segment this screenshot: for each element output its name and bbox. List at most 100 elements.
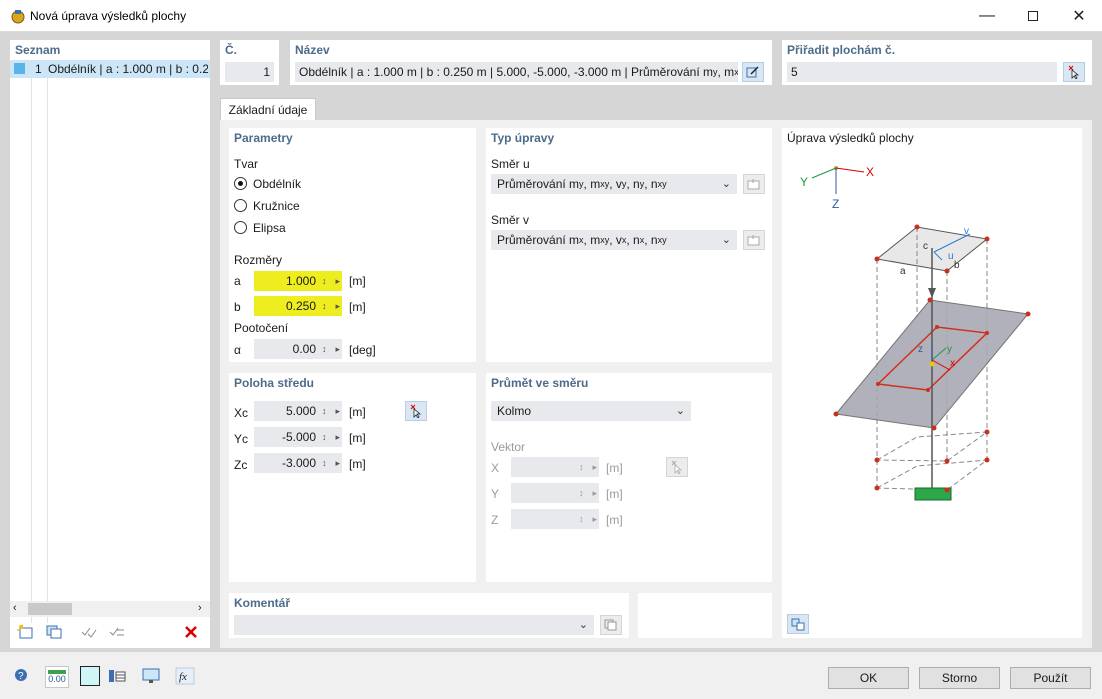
select-text: Kolmo [497, 404, 532, 418]
stepper-icon: ↕ [322, 458, 327, 468]
yc-input[interactable]: -5.000 [254, 427, 320, 447]
assign-field[interactable]: 5 [787, 62, 1057, 82]
decimal-format-button[interactable]: 0.00 [45, 666, 69, 688]
yc-stepper[interactable]: ↕ ▸ [320, 427, 342, 447]
uncheck-icon [109, 627, 124, 636]
radio-button[interactable] [234, 177, 247, 190]
chevron-down-icon[interactable]: ⌄ [676, 404, 685, 417]
direction-v-select[interactable]: Průměrování mx, m xy, vx, nx, n xy ⌄ [491, 230, 737, 250]
radio-obdelnik[interactable]: Obdélník [234, 176, 354, 192]
parameters-panel: Parametry Tvar Obdélník Kružnice Elipsa … [229, 128, 476, 362]
radio-kruznice[interactable]: Kružnice [234, 198, 354, 214]
cancel-button[interactable]: Storno [919, 667, 1000, 689]
tab-zakladni-udaje[interactable]: Základní údaje [220, 98, 316, 120]
chevron-down-icon[interactable]: ⌄ [722, 233, 731, 246]
scroll-right-icon[interactable]: › [198, 602, 202, 614]
arrow-down-icon [928, 288, 936, 298]
formula-icon: fx [175, 667, 195, 685]
xc-stepper[interactable]: ↕ ▸ [320, 401, 342, 421]
vector-z-stepper[interactable]: ↕ ▸ [577, 509, 599, 529]
a-stepper[interactable]: ↕ ▸ [320, 271, 342, 291]
direction-u-edit-button[interactable] [743, 174, 765, 194]
maximize-button[interactable] [1010, 0, 1056, 32]
svg-text:fx: fx [179, 671, 187, 683]
list-item[interactable]: 1 Obdélník | a : 1.000 m | b : 0.250 [10, 60, 210, 78]
xc-input[interactable]: 5.000 [254, 401, 320, 421]
number-field[interactable]: 1 [225, 62, 274, 82]
select-text: , m [583, 233, 601, 247]
b-input[interactable]: 0.250 [254, 296, 320, 316]
copy-item-button[interactable] [43, 622, 65, 642]
pick-vector-button[interactable] [666, 457, 688, 477]
alpha-input[interactable]: 0.00 [254, 339, 320, 359]
list-header: Seznam [15, 43, 61, 57]
pick-cursor-icon [671, 460, 683, 474]
direction-u-select[interactable]: Průměrování my, m xy, vy, ny, n xy ⌄ [491, 174, 737, 194]
filter-button[interactable] [106, 666, 128, 686]
uncheck-button[interactable] [106, 622, 128, 642]
sub: xy [657, 179, 667, 189]
edit-name-button[interactable] [742, 62, 764, 82]
horizontal-scrollbar[interactable]: ‹ › [10, 601, 210, 617]
vector-z-input[interactable] [511, 509, 577, 529]
vector-y-stepper[interactable]: ↕ ▸ [577, 483, 599, 503]
apply-button[interactable]: Použít [1010, 667, 1091, 689]
b-stepper[interactable]: ↕ ▸ [320, 296, 342, 316]
zc-input[interactable]: -3.000 [254, 453, 320, 473]
ok-button[interactable]: OK [828, 667, 909, 689]
yc-label: Yc [234, 432, 249, 446]
stepper-icon: ↕ [322, 432, 327, 442]
edit-list-icon [747, 179, 760, 190]
radio-button[interactable] [234, 199, 247, 212]
window-title: Nová úprava výsledků plochy [30, 9, 187, 23]
direction-u-label: Směr u [491, 157, 530, 171]
delete-button[interactable] [180, 622, 202, 642]
radio-label: Kružnice [253, 199, 300, 213]
select-text: , m [583, 177, 601, 191]
library-icon [604, 619, 617, 631]
zc-stepper[interactable]: ↕ ▸ [320, 453, 342, 473]
z-label: z [918, 344, 923, 355]
projection-panel: Průmět ve směru Kolmo ⌄ Vektor X ↕ ▸ [m] … [486, 373, 772, 582]
copy-icon [46, 625, 62, 639]
display-button[interactable] [140, 666, 162, 686]
scroll-left-icon[interactable]: ‹ [13, 602, 17, 614]
check-all-button[interactable] [78, 622, 100, 642]
radio-elipsa[interactable]: Elipsa [234, 220, 354, 236]
vector-x-stepper[interactable]: ↕ ▸ [577, 457, 599, 477]
alpha-stepper[interactable]: ↕ ▸ [320, 339, 342, 359]
projection-select[interactable]: Kolmo ⌄ [491, 401, 691, 421]
vector-y-input[interactable] [511, 483, 577, 503]
pick-center-button[interactable] [405, 401, 427, 421]
modification-type-header: Typ úpravy [491, 131, 555, 145]
radio-button[interactable] [234, 221, 247, 234]
close-button[interactable]: ✕ [1056, 0, 1102, 32]
comment-library-button[interactable] [600, 615, 622, 635]
maximize-icon [1028, 11, 1038, 21]
chevron-down-icon[interactable]: ⌄ [722, 177, 731, 190]
zero-label: 0.00 [48, 674, 66, 684]
arrow-right-icon: ▸ [592, 513, 597, 524]
arrow-right-icon: ▸ [592, 461, 597, 472]
chevron-down-icon[interactable]: ⌄ [579, 618, 588, 631]
tree-line [47, 78, 48, 623]
scrollbar-thumb[interactable] [28, 603, 72, 615]
vector-x-label: X [491, 461, 500, 475]
vector-x-input[interactable] [511, 457, 577, 477]
a-input[interactable]: 1.000 [254, 271, 320, 291]
help-button[interactable]: ? [10, 666, 32, 686]
sub: xy [600, 179, 610, 189]
new-item-button[interactable] [15, 622, 37, 642]
vector-y-label: Y [491, 487, 500, 501]
minimize-button[interactable]: — [964, 0, 1010, 32]
formula-button[interactable]: fx [174, 666, 196, 686]
xc-unit: [m] [349, 405, 366, 419]
direction-v-edit-button[interactable] [743, 230, 765, 250]
name-field[interactable]: Obdélník | a : 1.000 m | b : 0.250 m | 5… [295, 62, 738, 82]
pick-surface-button[interactable] [1063, 62, 1085, 82]
comment-input[interactable]: ⌄ [234, 615, 594, 635]
color-button[interactable] [80, 666, 100, 686]
shape-label: Tvar [234, 157, 258, 171]
sub: xy [657, 235, 667, 245]
preview-view-button[interactable] [787, 614, 809, 634]
